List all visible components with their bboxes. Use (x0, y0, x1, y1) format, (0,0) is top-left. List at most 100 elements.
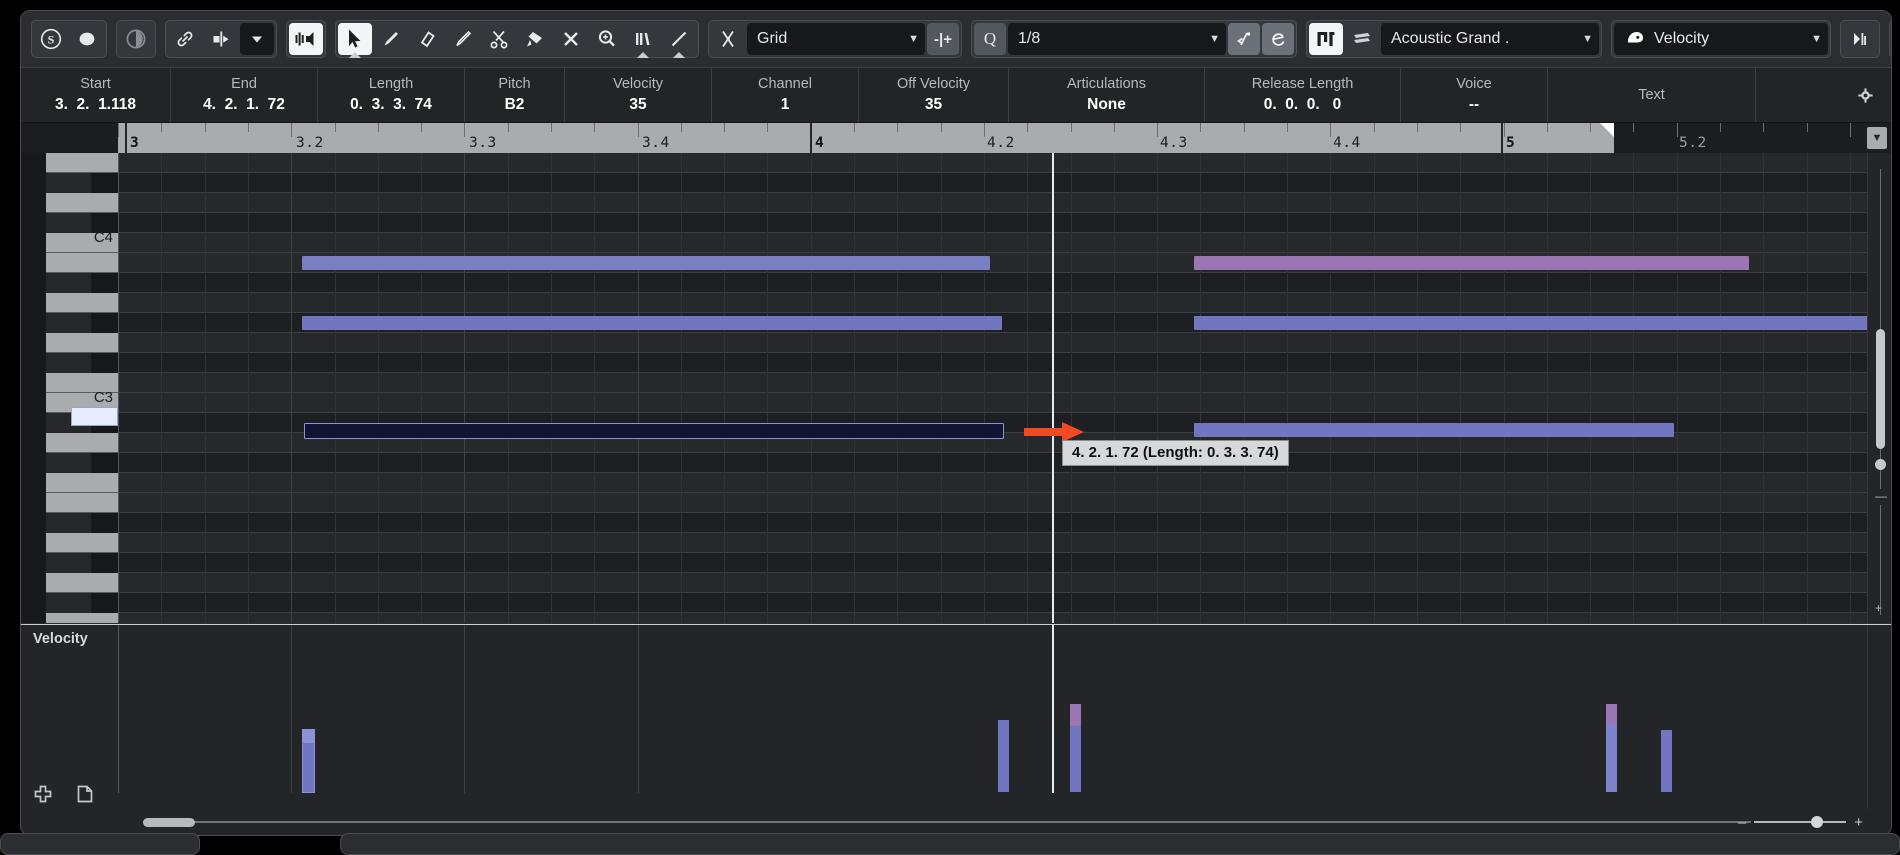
piano-black-key[interactable] (46, 173, 91, 193)
link-menu-chevron-down-icon[interactable] (240, 23, 274, 55)
selected-key-highlight[interactable] (71, 407, 118, 426)
independent-loop-button[interactable] (204, 23, 238, 55)
grid-row[interactable] (118, 453, 1867, 473)
mute-tool[interactable] (554, 23, 588, 55)
piano-white-key[interactable] (46, 253, 118, 273)
info-value[interactable]: 0. 0. 0. 0 (1264, 94, 1342, 116)
piano-white-key[interactable] (46, 493, 118, 513)
grid-row[interactable] (118, 373, 1867, 393)
background-window-left[interactable] (0, 833, 200, 855)
step-input-icon[interactable] (1309, 23, 1343, 55)
zoom-magnifier-plus-icon[interactable] (590, 23, 624, 55)
piano-black-key[interactable] (46, 353, 91, 373)
object-selection-tool[interactable] (338, 23, 372, 58)
info-value[interactable]: 1 (781, 94, 790, 116)
piano-black-key[interactable] (46, 313, 91, 333)
vertical-zoom-knob[interactable] (1875, 459, 1886, 470)
piano-white-key[interactable] (46, 153, 118, 173)
info-line-gear-icon[interactable] (1839, 68, 1891, 122)
velocity-bar[interactable] (302, 729, 315, 793)
background-window-right[interactable] (340, 833, 1900, 855)
glue-tool[interactable] (518, 23, 552, 55)
zoom-slider-track[interactable] (1754, 816, 1847, 828)
zoom-out-mark[interactable]: — (1875, 489, 1887, 503)
playhead-cursor[interactable] (1052, 153, 1054, 623)
info-value[interactable]: 35 (629, 94, 646, 116)
grid-row[interactable] (118, 493, 1867, 513)
piano-white-key[interactable] (46, 473, 118, 493)
grid-row[interactable] (118, 393, 1867, 413)
swing-icon[interactable] (1228, 23, 1260, 55)
grid-row[interactable] (118, 593, 1867, 613)
midi-note[interactable] (302, 316, 1002, 330)
piano-black-key[interactable] (46, 213, 91, 233)
grid-row[interactable] (118, 573, 1867, 593)
erase-tool[interactable] (410, 23, 444, 55)
info-value[interactable]: B2 (505, 94, 525, 116)
grid-row[interactable] (118, 533, 1867, 553)
draw-tool[interactable] (374, 23, 408, 55)
auditioning-speaker-icon[interactable] (289, 23, 323, 55)
grid-row[interactable] (118, 213, 1867, 233)
grid-row[interactable] (118, 353, 1867, 373)
quantize-preset-select[interactable]: 1/8 ▼ (1008, 23, 1226, 55)
horizontal-scroll-track[interactable] (143, 821, 1751, 823)
midi-note[interactable] (1194, 423, 1674, 437)
info-value[interactable]: 35 (925, 94, 942, 116)
grid-row[interactable] (118, 333, 1867, 353)
vertical-scroll-thumb[interactable] (1876, 329, 1885, 449)
midi-note[interactable] (302, 256, 990, 270)
midi-note[interactable] (1194, 316, 1867, 330)
trim-tool[interactable] (446, 23, 480, 55)
acoustic-feedback-button[interactable] (119, 23, 153, 55)
zoom-out-button[interactable]: – (1738, 814, 1746, 831)
snap-magnet-icon[interactable] (711, 23, 745, 55)
note-grid[interactable]: 4. 2. 1. 72 (Length: 0. 3. 3. 74) (118, 153, 1867, 623)
piano-white-key[interactable] (46, 573, 118, 593)
info-cell-off-velocity[interactable]: Off Velocity 35 (859, 68, 1009, 122)
zoom-in-button[interactable]: + (1854, 814, 1863, 831)
timeline-ruler[interactable]: 3 3.2 3.3 3.4 4 4.2 4.3 4.4 5 5.2 (118, 123, 1891, 153)
grid-row[interactable] (118, 193, 1867, 213)
grid-row[interactable] (118, 513, 1867, 533)
midi-note[interactable] (304, 423, 1004, 439)
info-cell-voice[interactable]: Voice -- (1401, 68, 1548, 122)
info-cell-length[interactable]: Length 0. 3. 3. 74 (318, 68, 465, 122)
time-warp-tool[interactable] (626, 23, 660, 58)
velocity-bar[interactable] (1606, 704, 1617, 792)
plus-icon[interactable] (33, 784, 53, 809)
line-tool[interactable] (662, 23, 696, 58)
grid-row[interactable] (118, 153, 1867, 173)
velocity-bar[interactable] (1661, 730, 1672, 792)
info-cell-text[interactable]: Text (1548, 68, 1756, 122)
grid-row[interactable] (118, 273, 1867, 293)
info-value[interactable]: 0. 3. 3. 74 (350, 94, 432, 116)
controller-lane-select[interactable]: Velocity ▼ (1614, 23, 1828, 55)
zoom-in-mark[interactable]: + (1875, 601, 1882, 615)
info-cell-articulations[interactable]: Articulations None (1009, 68, 1205, 122)
velocity-bar[interactable] (1070, 704, 1081, 792)
piano-white-key[interactable] (46, 433, 118, 453)
grid-type-select[interactable]: Grid ▼ (747, 23, 925, 55)
split-scissors-tool[interactable] (482, 23, 516, 55)
info-value[interactable]: None (1087, 94, 1126, 116)
grid-row[interactable] (118, 233, 1867, 253)
info-cell-end[interactable]: End 4. 2. 1. 72 (171, 68, 318, 122)
link-editors-button[interactable] (168, 23, 202, 55)
instrument-select[interactable]: Acoustic Grand . ▼ (1381, 23, 1599, 55)
info-value[interactable]: 4. 2. 1. 72 (203, 94, 285, 116)
nudge-button[interactable]: -|+ (927, 23, 959, 55)
grid-row[interactable] (118, 473, 1867, 493)
velocity-bar[interactable] (998, 720, 1009, 792)
locator-range[interactable] (118, 123, 1614, 153)
piano-black-key[interactable] (46, 513, 91, 533)
info-cell-pitch[interactable]: Pitch B2 (465, 68, 565, 122)
solo-button[interactable]: S (34, 23, 68, 55)
grid-row[interactable] (118, 173, 1867, 193)
info-cell-velocity[interactable]: Velocity 35 (565, 68, 712, 122)
piano-white-key[interactable] (46, 193, 118, 213)
insert-velocity-icon[interactable] (1843, 23, 1877, 55)
info-cell-release-length[interactable]: Release Length 0. 0. 0. 0 (1205, 68, 1401, 122)
grid-row[interactable] (118, 553, 1867, 573)
lane-playhead-cursor[interactable] (1052, 625, 1054, 793)
